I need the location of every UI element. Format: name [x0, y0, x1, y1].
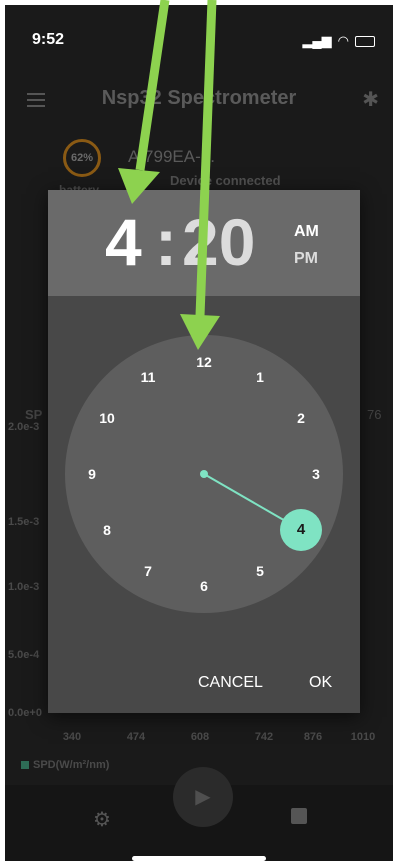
cancel-button[interactable]: CANCEL: [198, 674, 263, 692]
hour-display[interactable]: 4: [105, 204, 142, 280]
tab-spd[interactable]: SP: [25, 407, 42, 422]
x-tick: 1010: [350, 731, 376, 743]
clock-number-7[interactable]: 7: [128, 561, 168, 581]
battery-icon: [355, 35, 375, 47]
x-tick: 742: [254, 731, 274, 743]
battery-gauge: 62%: [63, 139, 101, 177]
save-icon[interactable]: [291, 808, 307, 824]
clock-number-6[interactable]: 6: [184, 576, 224, 596]
y-tick: 1.0e-3: [8, 581, 40, 593]
status-bar: 9:52 ▂▄▆ ◠: [5, 5, 393, 65]
clock-number-12[interactable]: 12: [184, 352, 224, 372]
pm-toggle[interactable]: PM: [294, 250, 318, 268]
clock-dial[interactable]: 12 1 2 3 5 6 7 8 9 10 11 4: [65, 335, 343, 613]
x-tick: 608: [190, 731, 210, 743]
time-picker-header: 4 : 20 AM PM: [48, 190, 360, 296]
play-button[interactable]: ▶: [173, 767, 233, 827]
clock-number-1[interactable]: 1: [240, 367, 280, 387]
time-picker-dialog: 4 : 20 AM PM 12 1 2 3 5 6 7 8 9 10 11 4 CANCEL OK: [48, 190, 360, 713]
clock-center-dot: [200, 470, 208, 478]
clock-number-10[interactable]: 10: [87, 408, 127, 428]
legend-swatch: [21, 761, 29, 769]
chart-legend: SPD(W/m²/nm): [21, 759, 109, 771]
status-icons: ▂▄▆ ◠: [302, 33, 375, 49]
gear-icon[interactable]: ⚙: [93, 807, 111, 832]
app-bar: Nsp32 Spectrometer ✱: [5, 75, 393, 125]
x-tick: 876: [303, 731, 323, 743]
bluetooth-icon[interactable]: ✱: [362, 87, 379, 112]
tab-other[interactable]: 76: [367, 407, 381, 422]
clock-number-3[interactable]: 3: [296, 464, 336, 484]
wifi-icon: ◠: [337, 33, 349, 48]
signal-icon: ▂▄▆: [302, 33, 332, 48]
y-tick: 2.0e-3: [8, 421, 40, 433]
phone-screen: 9:52 ▂▄▆ ◠ Nsp32 Spectrometer ✱ 62% batt…: [5, 5, 393, 861]
clock-number-8[interactable]: 8: [87, 520, 127, 540]
y-tick: 1.5e-3: [8, 516, 40, 528]
home-indicator[interactable]: [132, 856, 266, 861]
x-tick: 340: [62, 731, 82, 743]
clock-number-11[interactable]: 11: [128, 367, 168, 387]
time-separator: :: [155, 205, 177, 279]
status-time: 9:52: [32, 31, 65, 48]
device-status: Device connected: [170, 173, 281, 188]
clock-number-9[interactable]: 9: [72, 464, 112, 484]
clock-number-2[interactable]: 2: [281, 408, 321, 428]
am-toggle[interactable]: AM: [294, 223, 319, 241]
legend-label: SPD(W/m²/nm): [33, 759, 110, 771]
x-tick: 474: [126, 731, 146, 743]
clock-selected-hour[interactable]: 4: [279, 509, 322, 551]
clock-number-5[interactable]: 5: [240, 561, 280, 581]
app-title: Nsp32 Spectrometer: [101, 87, 297, 109]
y-tick: 5.0e-4: [8, 649, 40, 661]
y-tick: 0.0e+0: [8, 707, 42, 719]
device-name: AI799EA-...: [128, 147, 215, 166]
ok-button[interactable]: OK: [309, 674, 332, 692]
minute-display[interactable]: 20: [182, 204, 255, 280]
